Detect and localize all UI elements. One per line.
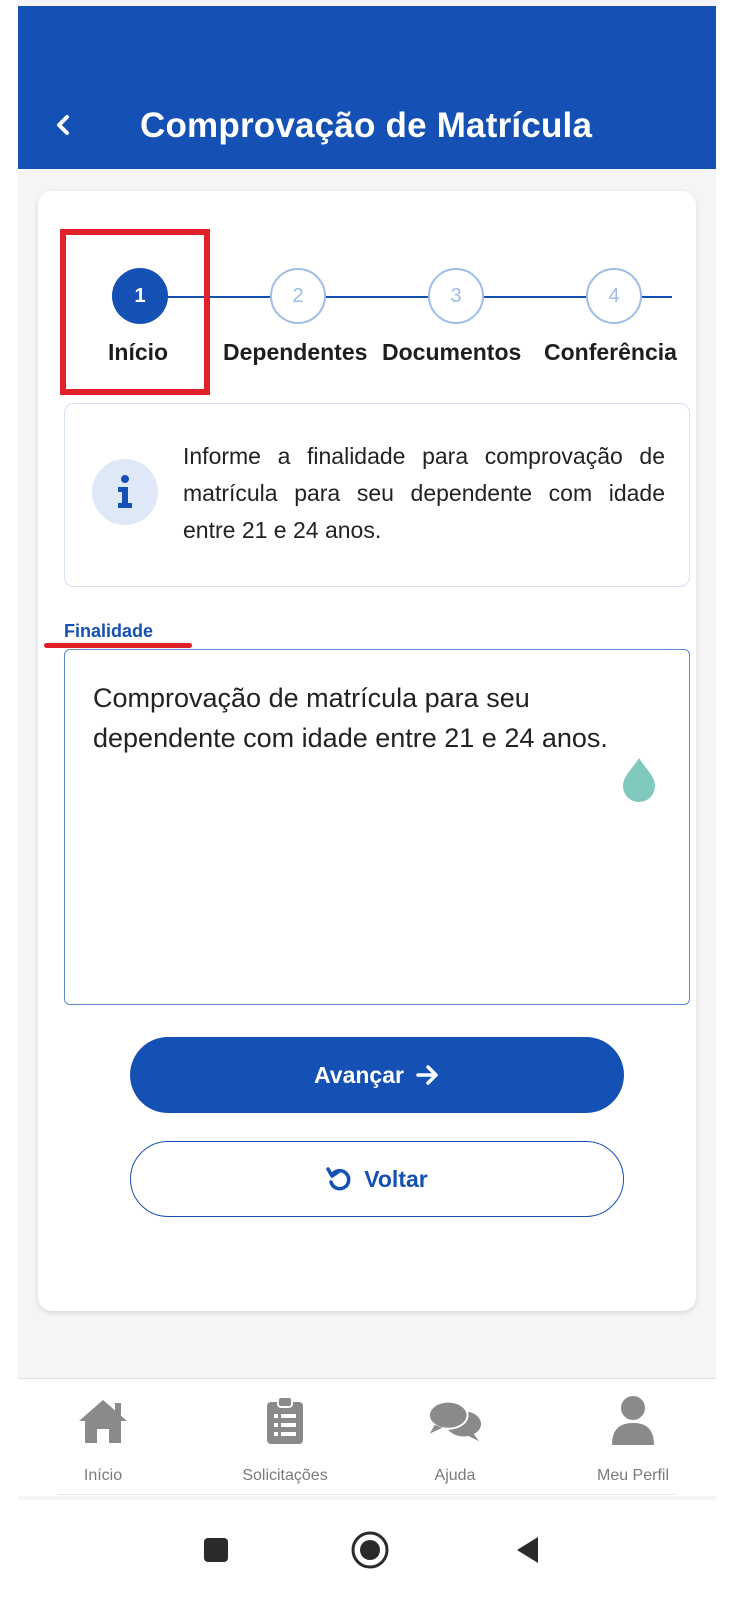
recent-apps-icon[interactable] xyxy=(194,1528,238,1572)
form-card: 1 2 3 4 Início Dependentes Documentos Co… xyxy=(38,191,696,1311)
nav-item-inicio[interactable]: Início xyxy=(28,1393,178,1485)
page-title: Comprovação de Matrícula xyxy=(140,106,593,145)
step-2-label: Dependentes xyxy=(223,339,368,365)
info-icon xyxy=(92,459,158,525)
field-label: Finalidade xyxy=(64,621,154,641)
system-nav-bar xyxy=(18,1500,716,1617)
undo-icon xyxy=(326,1166,352,1192)
step-4-label: Conferência xyxy=(544,339,677,365)
step-2-circle[interactable]: 2 xyxy=(270,268,326,324)
finalidade-textarea[interactable]: Comprovação de matrícula para seu depend… xyxy=(64,649,690,1005)
arrow-right-icon xyxy=(416,1064,440,1086)
back-button[interactable] xyxy=(48,110,78,140)
step-3-circle[interactable]: 3 xyxy=(428,268,484,324)
text-cursor-handle-icon[interactable] xyxy=(621,756,657,802)
home-icon xyxy=(75,1393,131,1449)
nav-label-inicio: Início xyxy=(83,1467,123,1484)
nav-label-meu-perfil: Meu Perfil xyxy=(596,1467,670,1484)
nav-divider xyxy=(58,1494,676,1495)
home-circle-icon[interactable] xyxy=(348,1528,392,1572)
back-action-label: Voltar xyxy=(364,1165,428,1192)
chat-icon xyxy=(427,1393,483,1449)
bottom-nav: Início Solicitações Ajuda Meu Perfil xyxy=(18,1378,716,1496)
chevron-left-icon xyxy=(57,115,69,135)
textarea-value: Comprovação de matrícula para seu depend… xyxy=(93,683,608,753)
nav-item-meu-perfil[interactable]: Meu Perfil xyxy=(558,1393,708,1485)
info-box: Informe a finalidade para comprovação de… xyxy=(64,403,690,587)
info-text: Informe a finalidade para comprovação de… xyxy=(183,443,665,543)
step-highlight-box xyxy=(60,229,210,395)
next-button[interactable]: Avançar xyxy=(130,1037,624,1113)
step-3-label: Documentos xyxy=(382,339,522,365)
step-4-circle[interactable]: 4 xyxy=(586,268,642,324)
back-triangle-icon[interactable] xyxy=(506,1528,550,1572)
nav-label-solicitacoes: Solicitações xyxy=(242,1467,328,1484)
field-label-underline xyxy=(44,643,192,648)
user-icon xyxy=(605,1393,661,1449)
clipboard-icon xyxy=(257,1393,313,1449)
next-button-label: Avançar xyxy=(314,1061,404,1088)
nav-item-ajuda[interactable]: Ajuda xyxy=(380,1393,530,1485)
stepper: 1 2 3 4 Início Dependentes Documentos Co… xyxy=(38,191,696,395)
nav-item-solicitacoes[interactable]: Solicitações xyxy=(210,1393,360,1485)
app-header: Comprovação de Matrícula xyxy=(18,6,716,169)
back-action-button[interactable]: Voltar xyxy=(130,1141,624,1217)
app-screen: Comprovação de Matrícula 1 2 3 4 Início … xyxy=(18,0,716,1617)
nav-label-ajuda: Ajuda xyxy=(434,1467,476,1484)
